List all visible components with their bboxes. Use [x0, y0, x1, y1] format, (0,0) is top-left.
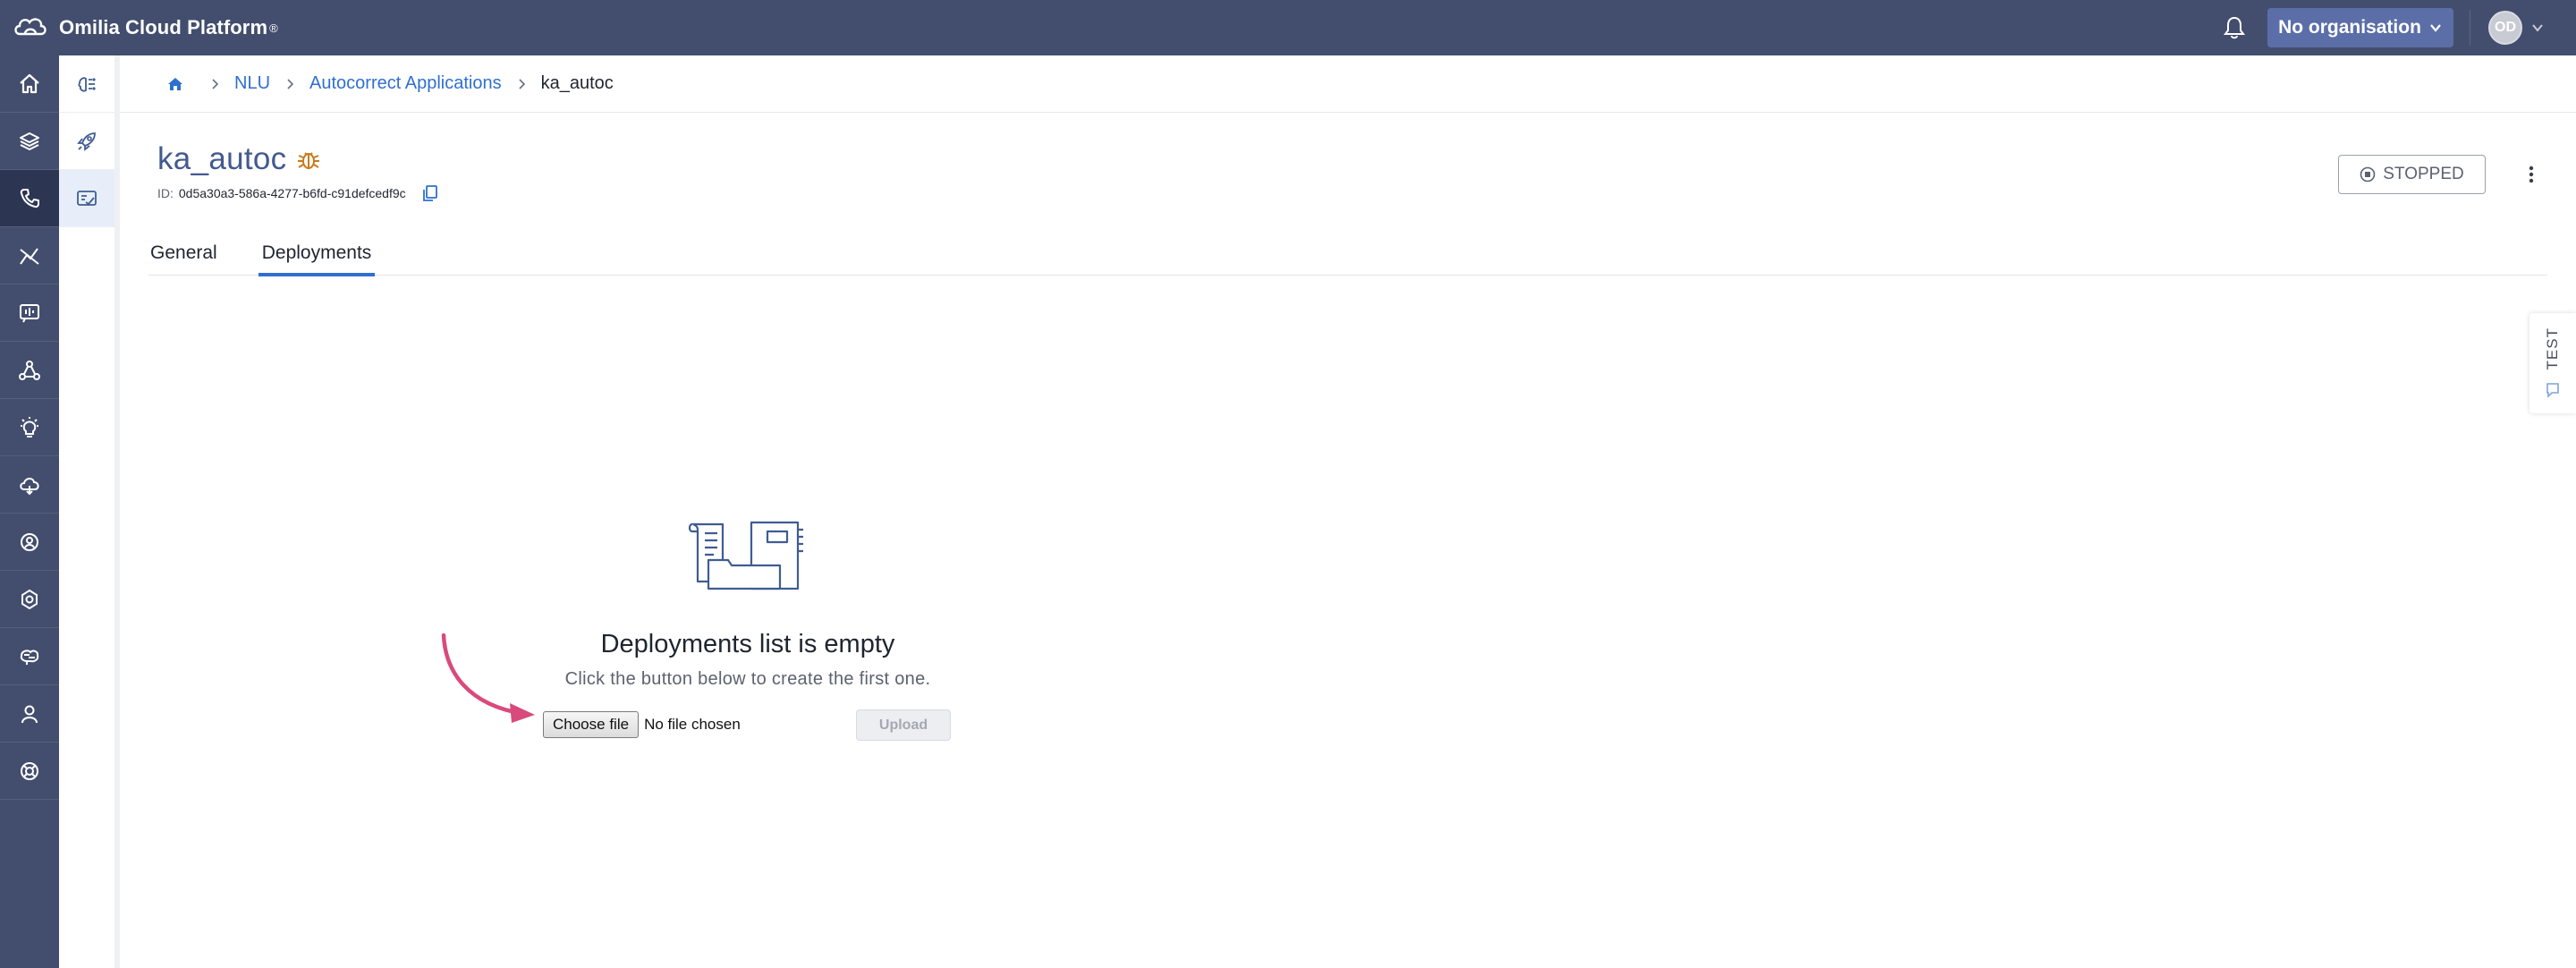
- chevron-down-icon[interactable]: [2531, 21, 2544, 34]
- copy-icon[interactable]: [420, 183, 440, 203]
- nav-analytics[interactable]: [0, 227, 59, 284]
- analytics-icon: [20, 247, 39, 265]
- breadcrumb: NLU Autocorrect Applications ka_autoc: [120, 55, 2576, 113]
- lifebuoy-icon: [21, 761, 38, 780]
- cog-icon: [21, 589, 38, 609]
- status-button[interactable]: STOPPED: [2338, 155, 2486, 194]
- stop-circle-icon: [2360, 166, 2376, 183]
- home-icon: [20, 73, 39, 93]
- chat-icon: [2546, 382, 2559, 398]
- app-id-row: ID: 0d5a30a3-586a-4277-b6fd-c91defcedf9c: [157, 183, 440, 203]
- chevron-right-icon: [212, 78, 219, 89]
- nav-user-settings[interactable]: [0, 514, 59, 571]
- notifications-bell-icon[interactable]: [2221, 14, 2248, 41]
- home-icon[interactable]: [166, 75, 184, 93]
- page-header: ka_autoc: [157, 141, 322, 177]
- nav-support[interactable]: [0, 743, 59, 800]
- voice-report-icon: [20, 303, 39, 322]
- sub-sidebar: [59, 55, 120, 968]
- nav-network[interactable]: [0, 342, 59, 399]
- breadcrumb-link-autocorrect-applications[interactable]: Autocorrect Applications: [309, 73, 502, 94]
- empty-state-title: Deployments list is empty: [600, 630, 895, 658]
- network-icon: [19, 360, 40, 380]
- registered-mark: ®: [269, 21, 278, 35]
- user-settings-icon: [21, 532, 38, 551]
- app-name: Omilia Cloud Platform: [59, 16, 268, 38]
- upload-button[interactable]: Upload: [856, 709, 951, 741]
- rocket-icon: [77, 132, 96, 151]
- lightbulb-icon: [21, 416, 38, 437]
- chevron-down-icon: [2430, 24, 2441, 32]
- brain-icon: [20, 649, 39, 665]
- tab-general[interactable]: General: [148, 231, 219, 276]
- subnav-ai-brain[interactable]: [59, 55, 114, 113]
- cloud-icon: [20, 477, 39, 495]
- nav-cloud[interactable]: [0, 456, 59, 514]
- nav-phone-touch[interactable]: [0, 170, 59, 227]
- cloud-logo-icon: [14, 18, 47, 36]
- breadcrumb-current: ka_autoc: [540, 73, 614, 93]
- user-icon: [21, 705, 38, 723]
- organisation-dropdown[interactable]: No organisation: [2267, 8, 2453, 47]
- tab-deployments[interactable]: Deployments: [258, 231, 375, 276]
- subnav-autocorrect[interactable]: [59, 170, 114, 227]
- page-title: ka_autoc: [157, 141, 287, 176]
- status-label: STOPPED: [2383, 165, 2464, 183]
- chevron-right-icon: [287, 78, 294, 89]
- nav-voice-report[interactable]: [0, 284, 59, 342]
- bug-icon[interactable]: [295, 146, 322, 173]
- annotation-arrow-icon: [441, 633, 535, 723]
- empty-state-subtitle: Click the button below to create the fir…: [564, 669, 931, 689]
- more-options-icon[interactable]: [2521, 161, 2542, 188]
- file-input: Choose file No file chosen: [543, 711, 741, 738]
- top-bar: Omilia Cloud Platform ® No organisation O…: [0, 0, 2576, 55]
- ai-brain-icon: [78, 76, 96, 92]
- empty-documents-illustration: [688, 521, 803, 590]
- test-label: TEST: [2544, 327, 2561, 370]
- nav-settings[interactable]: [0, 571, 59, 628]
- no-file-label: No file chosen: [644, 716, 741, 733]
- brand[interactable]: Omilia Cloud Platform ®: [13, 14, 278, 41]
- phone-touch-icon: [20, 188, 39, 208]
- nav-ai[interactable]: [0, 628, 59, 685]
- breadcrumb-link-nlu[interactable]: NLU: [234, 73, 270, 94]
- layers-icon: [20, 132, 39, 150]
- id-label: ID:: [157, 186, 174, 200]
- subnav-deploy[interactable]: [59, 113, 114, 170]
- spellcheck-icon: [77, 190, 97, 206]
- chevron-right-icon: [519, 78, 525, 89]
- id-value: 0d5a30a3-586a-4277-b6fd-c91defcedf9c: [178, 186, 406, 200]
- choose-file-button[interactable]: Choose file: [543, 711, 640, 738]
- nav-insights[interactable]: [0, 399, 59, 456]
- user-avatar[interactable]: OD: [2488, 11, 2522, 45]
- main-sidebar: [0, 55, 59, 968]
- nav-layers[interactable]: [0, 113, 59, 170]
- nav-home[interactable]: [0, 55, 59, 113]
- test-side-tab[interactable]: TEST: [2529, 313, 2576, 413]
- organisation-label: No organisation: [2278, 17, 2421, 38]
- tab-bar: General Deployments: [148, 231, 2547, 276]
- nav-users[interactable]: [0, 685, 59, 743]
